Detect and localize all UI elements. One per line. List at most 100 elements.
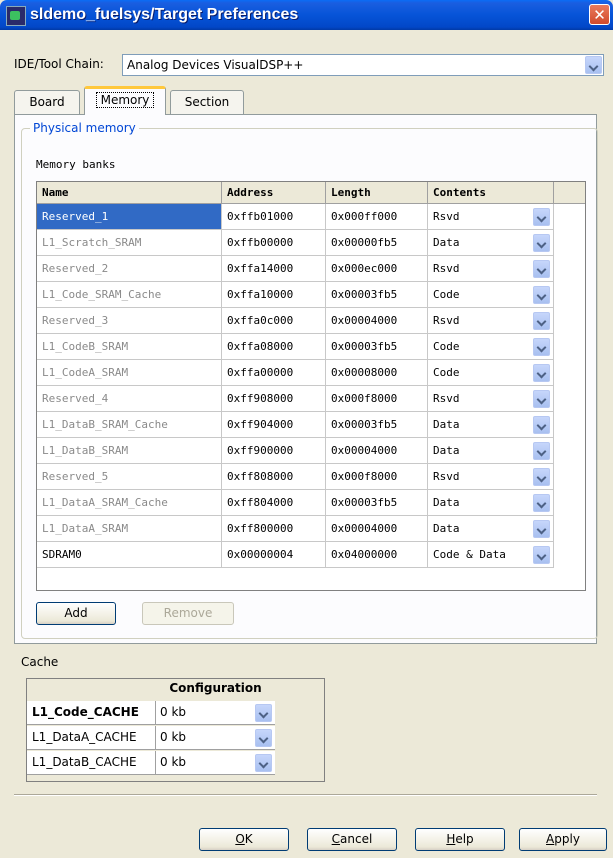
add-button[interactable]: Add — [36, 602, 116, 625]
cell-address[interactable]: 0xffb00000 — [222, 230, 326, 256]
chevron-down-icon[interactable] — [533, 390, 550, 408]
cell-length[interactable]: 0x04000000 — [326, 542, 428, 568]
remove-button[interactable]: Remove — [142, 602, 234, 625]
cell-address[interactable]: 0xffa14000 — [222, 256, 326, 282]
table-row[interactable]: L1_Code_SRAM_Cache 0xffa10000 0x00003fb5 Co… — [37, 282, 557, 308]
cell-address[interactable]: 0xff804000 — [222, 490, 326, 516]
table-row[interactable]: L1_DataB_SRAM 0xff900000 0x00004000 Data — [37, 438, 557, 464]
cell-address[interactable]: 0xffa08000 — [222, 334, 326, 360]
table-row[interactable]: L1_Scratch_SRAM 0xffb00000 0x00000fb5 Data — [37, 230, 557, 256]
cell-length[interactable]: 0x00003fb5 — [326, 282, 428, 308]
table-row[interactable]: SDRAM0 0x00000004 0x04000000 Code & Data — [37, 542, 557, 568]
ok-button[interactable]: OK — [199, 828, 289, 851]
cell-length[interactable]: 0x00004000 — [326, 438, 428, 464]
chevron-down-icon[interactable] — [533, 234, 550, 252]
chevron-down-icon[interactable] — [533, 286, 550, 304]
chevron-down-icon[interactable] — [533, 520, 550, 538]
cell-address[interactable]: 0xff900000 — [222, 438, 326, 464]
cell-length[interactable]: 0x00004000 — [326, 516, 428, 542]
column-header-address[interactable]: Address — [222, 182, 326, 204]
table-row[interactable]: Reserved_1 0xffb01000 0x000ff000 Rsvd — [37, 204, 557, 230]
cell-length[interactable]: 0x00008000 — [326, 360, 428, 386]
table-row[interactable]: L1_DataB_SRAM_Cache 0xff904000 0x00003fb5 D… — [37, 412, 557, 438]
chevron-down-icon[interactable] — [533, 416, 550, 434]
tab-memory[interactable]: Memory — [84, 86, 166, 115]
table-row[interactable]: L1_CodeA_SRAM 0xffa00000 0x00008000 Code — [37, 360, 557, 386]
cell-name[interactable]: Reserved_3 — [37, 308, 222, 334]
cache-config-select[interactable]: 0 kb — [156, 726, 275, 750]
cell-length[interactable]: 0x000f8000 — [326, 386, 428, 412]
cache-row[interactable]: L1_DataA_CACHE 0 kb — [27, 726, 275, 750]
cell-name[interactable]: Reserved_2 — [37, 256, 222, 282]
memory-banks-table[interactable]: Name Address Length Contents Reserved_1 0… — [36, 181, 586, 591]
cancel-button[interactable]: Cancel — [307, 828, 397, 851]
chevron-down-icon[interactable] — [255, 754, 272, 772]
chevron-down-icon[interactable] — [533, 260, 550, 278]
table-row[interactable]: Reserved_2 0xffa14000 0x000ec000 Rsvd — [37, 256, 557, 282]
table-row[interactable]: L1_DataA_SRAM 0xff800000 0x00004000 Data — [37, 516, 557, 542]
chevron-down-icon[interactable] — [533, 364, 550, 382]
cell-length[interactable]: 0x000ec000 — [326, 256, 428, 282]
chevron-down-icon[interactable] — [533, 312, 550, 330]
cell-address[interactable]: 0xff800000 — [222, 516, 326, 542]
cache-config-select[interactable]: 0 kb — [156, 751, 275, 775]
cell-length[interactable]: 0x00000fb5 — [326, 230, 428, 256]
cell-address[interactable]: 0xff908000 — [222, 386, 326, 412]
cell-length[interactable]: 0x00003fb5 — [326, 334, 428, 360]
table-row[interactable]: Reserved_4 0xff908000 0x000f8000 Rsvd — [37, 386, 557, 412]
table-row[interactable]: L1_DataA_SRAM_Cache 0xff804000 0x00003fb5 D… — [37, 490, 557, 516]
cell-name[interactable]: L1_Scratch_SRAM — [37, 230, 222, 256]
cell-name[interactable]: Reserved_4 — [37, 386, 222, 412]
cell-address[interactable]: 0xffa10000 — [222, 282, 326, 308]
cell-name[interactable]: Reserved_5 — [37, 464, 222, 490]
chevron-down-icon[interactable] — [533, 442, 550, 460]
cell-name[interactable]: L1_Code_SRAM_Cache — [37, 282, 222, 308]
cell-length[interactable]: 0x000f8000 — [326, 464, 428, 490]
chevron-down-icon[interactable] — [533, 546, 550, 564]
cell-name[interactable]: L1_DataA_SRAM — [37, 516, 222, 542]
cell-name[interactable]: L1_DataA_SRAM_Cache — [37, 490, 222, 516]
column-header-contents[interactable]: Contents — [428, 182, 554, 204]
cell-name[interactable]: Reserved_1 — [37, 204, 222, 230]
close-button[interactable]: ✕ — [589, 4, 610, 25]
tab-board[interactable]: Board — [14, 90, 80, 114]
cell-name[interactable]: L1_CodeB_SRAM — [37, 334, 222, 360]
cell-address[interactable]: 0xffb01000 — [222, 204, 326, 230]
cell-name[interactable]: L1_DataB_SRAM_Cache — [37, 412, 222, 438]
cell-address[interactable]: 0xffa00000 — [222, 360, 326, 386]
chevron-down-icon[interactable] — [533, 208, 550, 226]
table-row[interactable]: Reserved_5 0xff808000 0x000f8000 Rsvd — [37, 464, 557, 490]
chevron-down-icon[interactable] — [533, 468, 550, 486]
cell-length[interactable]: 0x00004000 — [326, 308, 428, 334]
chevron-down-icon[interactable] — [585, 56, 602, 74]
ide-toolchain-select[interactable]: Analog Devices VisualDSP++ — [122, 54, 604, 76]
simulink-app-icon — [6, 6, 26, 26]
cache-config-select[interactable]: 0 kb — [156, 701, 275, 725]
cell-address[interactable]: 0x00000004 — [222, 542, 326, 568]
cell-address[interactable]: 0xff808000 — [222, 464, 326, 490]
cell-address[interactable]: 0xffa0c000 — [222, 308, 326, 334]
column-header-name[interactable]: Name — [37, 182, 222, 204]
cell-name[interactable]: L1_DataB_SRAM — [37, 438, 222, 464]
cache-row[interactable]: L1_DataB_CACHE 0 kb — [27, 751, 275, 775]
cache-table[interactable]: Configuration L1_Code_CACHE 0 kb L1_DataA_… — [26, 678, 325, 782]
table-row[interactable]: Reserved_3 0xffa0c000 0x00004000 Rsvd — [37, 308, 557, 334]
cell-name[interactable]: L1_CodeA_SRAM — [37, 360, 222, 386]
cell-address[interactable]: 0xff904000 — [222, 412, 326, 438]
cell-length[interactable]: 0x00003fb5 — [326, 412, 428, 438]
table-row[interactable]: L1_CodeB_SRAM 0xffa08000 0x00003fb5 Code — [37, 334, 557, 360]
chevron-down-icon[interactable] — [255, 704, 272, 722]
chevron-down-icon[interactable] — [533, 494, 550, 512]
column-header-length[interactable]: Length — [326, 182, 428, 204]
help-button[interactable]: Help — [415, 828, 505, 851]
cell-name[interactable]: SDRAM0 — [37, 542, 222, 568]
apply-button[interactable]: Apply — [519, 828, 607, 851]
cell-length[interactable]: 0x000ff000 — [326, 204, 428, 230]
chevron-down-icon[interactable] — [533, 338, 550, 356]
ide-toolchain-value: Analog Devices VisualDSP++ — [127, 58, 304, 72]
title-bar[interactable]: sldemo_fuelsys/Target Preferences ✕ — [0, 0, 613, 30]
tab-section[interactable]: Section — [170, 90, 244, 114]
cache-row[interactable]: L1_Code_CACHE 0 kb — [27, 701, 275, 725]
chevron-down-icon[interactable] — [255, 729, 272, 747]
cell-length[interactable]: 0x00003fb5 — [326, 490, 428, 516]
